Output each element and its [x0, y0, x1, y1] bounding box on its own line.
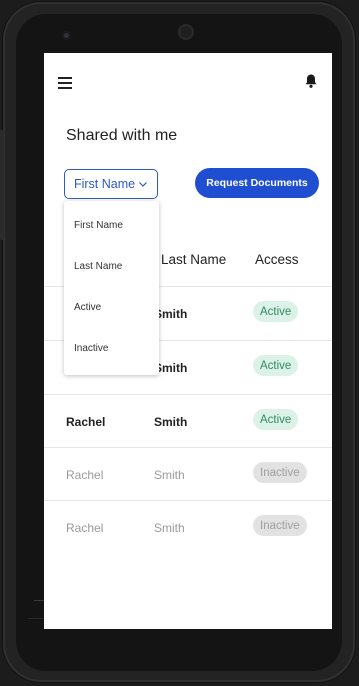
page-title: Shared with me [66, 127, 178, 144]
filter-selected-label: First Name [73, 177, 136, 191]
status-badge: Active [253, 355, 299, 376]
dropdown-option-active[interactable]: Active [74, 302, 101, 313]
speaker-icon [178, 24, 194, 40]
status-badge: Active [253, 301, 299, 322]
front-camera-icon [62, 31, 71, 40]
first-name-cell: Rachel [66, 415, 106, 429]
column-header-access: Access [255, 252, 299, 267]
last-name-cell: Smith [154, 307, 188, 321]
dropdown-option-first-name[interactable]: First Name [74, 220, 123, 231]
table-row[interactable]: Rachel Smith Active [44, 394, 332, 447]
chevron-down-icon [139, 182, 147, 187]
first-name-cell: Rachel [66, 521, 104, 535]
phone-side-button [0, 130, 4, 240]
last-name-cell: Smith [154, 521, 185, 535]
dropdown-option-last-name[interactable]: Last Name [74, 261, 122, 272]
filter-select[interactable]: First Name [64, 169, 158, 199]
table-row[interactable]: Rachel Smith Inactive [44, 500, 332, 553]
request-documents-button[interactable]: Request Documents [195, 168, 319, 198]
last-name-cell: Smith [154, 415, 188, 429]
dropdown-option-inactive[interactable]: Inactive [74, 343, 108, 354]
status-badge: Inactive [253, 462, 307, 483]
table-row[interactable]: Rachel Smith Inactive [44, 447, 332, 500]
filter-dropdown-menu: First Name Last Name Active Inactive [64, 201, 159, 375]
first-name-cell: Rachel [66, 468, 104, 482]
status-badge: Inactive [253, 515, 307, 536]
last-name-cell: Smith [154, 361, 188, 375]
hamburger-menu-icon[interactable] [58, 77, 72, 89]
status-badge: Active [253, 409, 299, 430]
app-screen: Shared with me First Name Request Docume… [44, 53, 332, 629]
last-name-cell: Smith [154, 468, 185, 482]
column-header-last-name: Last Name [161, 252, 227, 267]
bell-icon[interactable] [302, 72, 320, 90]
